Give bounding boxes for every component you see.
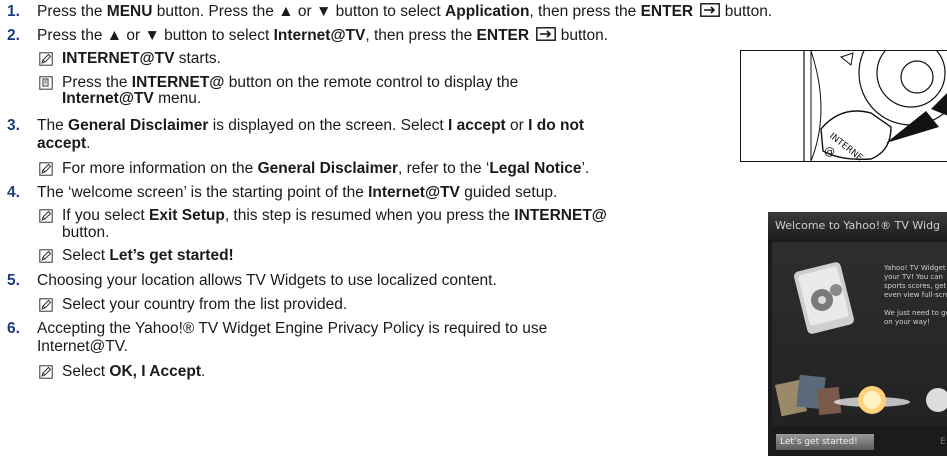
step-number: 6.	[7, 320, 20, 337]
text: button.	[720, 3, 773, 20]
application-label: Application	[445, 3, 530, 20]
tv-text-line: Yahoo! TV Widget	[884, 264, 946, 272]
text: is displayed on the screen. Select	[208, 117, 448, 134]
internet-button-label: INTERNET@	[131, 74, 225, 91]
note-text: .	[200, 363, 206, 380]
text: Internet@TV.	[37, 338, 128, 355]
settings-widget-icon	[794, 262, 854, 334]
enter-icon	[700, 3, 720, 17]
note-icon	[39, 52, 53, 66]
enter-button-label: ENTER	[476, 27, 530, 44]
note-icon	[39, 249, 53, 263]
step-number: 2.	[7, 27, 20, 44]
note-bold: INTERNET@TV	[62, 50, 175, 67]
tip-text: menu.	[153, 90, 202, 107]
i-do-not-label: I do not	[528, 117, 585, 134]
text: The ‘welcome screen’ is the starting poi…	[37, 184, 369, 201]
note-text: button.	[62, 224, 110, 241]
remote-drawing: INTERNE @	[803, 51, 947, 161]
text: , then press the	[529, 3, 641, 20]
text: Press the	[37, 3, 107, 20]
note-text: Select your country from the list provid…	[62, 296, 348, 313]
internet-tv-label: Internet@TV	[273, 27, 366, 44]
remote-control-illustration: INTERNE @	[740, 50, 947, 162]
text: The	[37, 117, 69, 134]
enter-icon	[536, 27, 556, 41]
legal-notice-label: Legal Notice	[489, 160, 582, 177]
tv-text-line: your TV! You can	[884, 273, 943, 281]
tv-text-line: even view full-scre	[884, 291, 947, 299]
tip-icon	[39, 76, 53, 90]
tip-text: Press the	[62, 74, 132, 91]
tv-text-line: sports scores, get	[884, 282, 947, 290]
note-icon	[39, 298, 53, 312]
text: .	[86, 135, 91, 152]
lets-get-started-label: Let’s get started!	[109, 247, 234, 264]
accept-label: accept	[37, 135, 87, 152]
exit-setup-button[interactable]: E	[940, 434, 946, 450]
text: button. Press the ▲ or ▼ button to selec…	[152, 3, 446, 20]
text: Press the ▲ or ▼ button to select	[37, 27, 274, 44]
note-icon	[39, 365, 53, 379]
ok-i-accept-label: OK, I Accept	[109, 363, 201, 380]
note-text: starts.	[174, 50, 221, 67]
step-number: 1.	[7, 3, 20, 20]
internet-tv-label: Internet@TV	[368, 184, 460, 201]
note-text: , refer to the ‘	[398, 160, 490, 177]
internet-button-label: INTERNET@	[514, 207, 607, 224]
step-number: 4.	[7, 184, 20, 201]
general-disclaimer-label: General Disclaimer	[68, 117, 209, 134]
note-text: If you select	[62, 207, 150, 224]
note-text: ’.	[581, 160, 590, 177]
note-text: Select	[62, 247, 110, 264]
text: , then press the	[365, 27, 477, 44]
step-number: 5.	[7, 272, 20, 289]
general-disclaimer-label: General Disclaimer	[257, 160, 399, 177]
tv-screen-title: Welcome to Yahoo!® TV Widg	[768, 212, 947, 240]
note-text: For more information on the	[62, 160, 258, 177]
internet-tv-label: Internet@TV	[62, 90, 154, 107]
note-text: Select	[62, 363, 110, 380]
tv-text-line: We just need to ge	[884, 309, 947, 317]
note-icon	[39, 209, 53, 223]
tv-text-line: on your way!	[884, 318, 930, 326]
note-icon	[39, 162, 53, 176]
text: or	[505, 117, 529, 134]
text: guided setup.	[459, 184, 558, 201]
text: button.	[556, 27, 609, 44]
enter-button-label: ENTER	[640, 3, 694, 20]
tip-text: button on the remote control to display …	[224, 74, 519, 91]
at-symbol: @	[824, 145, 835, 158]
menu-button-label: MENU	[106, 3, 153, 20]
widget-carousel	[774, 374, 947, 417]
exit-setup-label: Exit Setup	[149, 207, 225, 224]
tv-screen-illustration: Welcome to Yahoo!® TV Widg Yahoo! TV Wid…	[768, 212, 947, 456]
text: Choosing your location allows TV Widgets…	[37, 272, 497, 289]
text: Accepting the Yahoo!® TV Widget Engine P…	[37, 320, 548, 337]
i-accept-label: I accept	[448, 117, 506, 134]
note-text: , this step is resumed when you press th…	[224, 207, 515, 224]
lets-get-started-button[interactable]: Let’s get started!	[776, 434, 874, 450]
step-number: 3.	[7, 117, 20, 134]
